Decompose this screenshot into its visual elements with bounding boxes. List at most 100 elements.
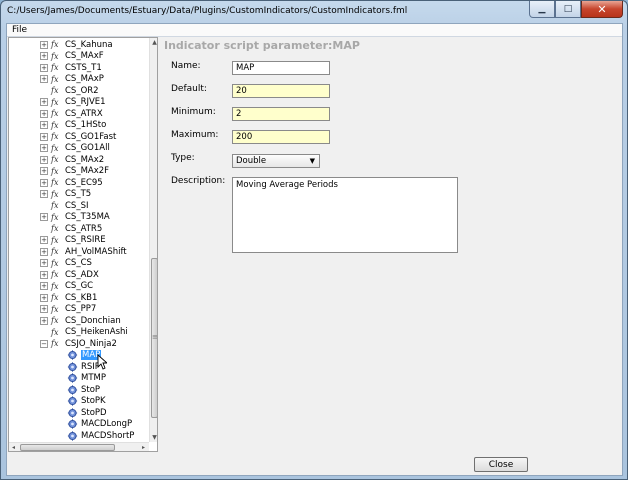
horizontal-scroll-thumb[interactable] [20, 444, 115, 451]
function-icon: fx [51, 51, 59, 61]
close-button[interactable]: Close [474, 457, 528, 472]
maximize-button[interactable]: □ [555, 1, 581, 18]
gear-icon [67, 431, 81, 441]
function-icon: fx [51, 201, 59, 211]
tree-item[interactable]: + fx CS_MAxF [40, 51, 104, 63]
app-window: C:/Users/James/Documents/Estuary/Data/Pl… [0, 0, 628, 480]
tree-item[interactable]: + fx CS_Donchian [40, 315, 121, 327]
tree-child-item[interactable]: MACDShortP [67, 430, 134, 442]
tree-item[interactable]: + fx CS_PP7 [40, 304, 96, 316]
scroll-up-icon[interactable]: ▲ [151, 38, 157, 47]
expand-icon[interactable]: + [40, 155, 48, 164]
tree-vertical-scrollbar[interactable]: ▲ ≡ ▼ [149, 38, 157, 442]
expand-icon[interactable]: + [40, 40, 48, 49]
expand-icon[interactable]: + [40, 52, 48, 61]
indicator-tree[interactable]: + fx CS_Kahuna + fx CS_MAxF + fx CSTS_T1 + fx CS_MA… [8, 37, 158, 452]
description-textarea[interactable]: Moving Average Periods [232, 177, 458, 253]
tree-item[interactable]: + fx CS_Kahuna [40, 39, 113, 51]
tree-item[interactable]: + fx CS_MAx2F [40, 166, 109, 178]
tree-item[interactable]: + fx CSTS_T1 [40, 62, 102, 74]
type-select[interactable]: Double ▼ [232, 154, 320, 168]
expand-icon[interactable]: + [40, 236, 48, 245]
maximum-field[interactable] [232, 130, 330, 144]
tree-item[interactable]: fx CS_ATR5 [40, 223, 102, 235]
tree-item[interactable]: fx CS_HeikenAshi [40, 327, 128, 339]
tree-item[interactable]: + fx CS_T5 [40, 189, 91, 201]
tree-child-item[interactable]: MTMP [67, 373, 106, 385]
editor-title: Indicator script parameter:MAP [164, 39, 360, 52]
caption-buttons: ▁ □ ✕ [529, 1, 623, 19]
expand-icon[interactable]: + [40, 63, 48, 72]
tree-item[interactable]: + fx CS_MAxP [40, 74, 104, 86]
name-field[interactable] [232, 61, 330, 75]
expand-icon[interactable]: + [40, 178, 48, 187]
tree-item[interactable]: + fx CS_MAx2 [40, 154, 104, 166]
tree-item[interactable]: + fx CS_GO1All [40, 143, 110, 155]
expand-icon[interactable]: + [40, 132, 48, 141]
expand-icon[interactable]: + [40, 121, 48, 130]
maximize-icon: □ [563, 4, 573, 14]
type-label: Type: [171, 153, 195, 163]
expand-icon[interactable]: + [40, 316, 48, 325]
window-close-button[interactable]: ✕ [581, 1, 623, 18]
tree-item[interactable]: + fx CS_RJVE1 [40, 97, 106, 109]
tree-child-item[interactable]: MACDLongP [67, 419, 132, 431]
tree-item[interactable]: + fx CS_GO1Fast [40, 131, 116, 143]
tree-child-item[interactable]: StoPD [67, 407, 107, 419]
minimum-field[interactable] [232, 107, 330, 121]
tree-item[interactable]: + fx CS_RSIRE [40, 235, 106, 247]
expand-icon[interactable]: + [40, 213, 48, 222]
tree-child-label: StoPD [81, 407, 107, 418]
scroll-left-icon[interactable]: ◂ [9, 443, 18, 451]
tree-child-item[interactable]: RSIP [67, 361, 100, 373]
tree-item[interactable]: + fx CS_EC95 [40, 177, 103, 189]
tree-item[interactable]: + fx AH_VolMAShift [40, 246, 127, 258]
tree-item[interactable]: + fx CS_KB1 [40, 292, 97, 304]
tree-item-label: CS_ADX [65, 269, 99, 280]
tree-item[interactable]: + fx CS_ATRX [40, 108, 103, 120]
tree-item[interactable]: fx CS_OR2 [40, 85, 99, 97]
expand-icon[interactable]: + [40, 98, 48, 107]
expand-icon[interactable]: + [40, 144, 48, 153]
tree-item[interactable]: + fx CS_ADX [40, 269, 99, 281]
minimum-label: Minimum: [171, 107, 216, 117]
expand-icon[interactable]: + [40, 282, 48, 291]
tree-item-label: CS_HeikenAshi [65, 327, 128, 338]
tree-child-item[interactable]: StoP [67, 384, 100, 396]
tree-item[interactable]: + fx CS_T35MA [40, 212, 110, 224]
function-icon: fx [51, 132, 59, 142]
tree-item-label: CS_MAx2 [65, 154, 105, 165]
vertical-scroll-thumb[interactable]: ≡ [151, 258, 157, 418]
expand-icon[interactable]: + [40, 270, 48, 279]
function-icon: fx [51, 281, 59, 291]
tree-child-item[interactable]: StoPK [67, 396, 106, 408]
title-bar[interactable]: C:/Users/James/Documents/Estuary/Data/Pl… [1, 1, 627, 23]
scroll-right-icon[interactable]: ▸ [139, 443, 148, 451]
parameter-editor: Indicator script parameter:MAP Name: Def… [161, 37, 622, 452]
expand-icon[interactable]: + [40, 109, 48, 118]
expand-icon[interactable]: + [40, 259, 48, 268]
tree-item-label: CS_1HSto [65, 120, 107, 131]
tree-item-label: CSJO_Ninja2 [65, 338, 117, 349]
window-title: C:/Users/James/Documents/Estuary/Data/Pl… [7, 6, 408, 16]
expand-icon[interactable]: + [40, 247, 48, 256]
menu-file[interactable]: File [12, 25, 27, 35]
expand-icon[interactable]: + [40, 293, 48, 302]
tree-item-label: CS_Donchian [65, 315, 121, 326]
tree-item[interactable]: fx CS_SI [40, 200, 88, 212]
expand-icon[interactable]: + [40, 167, 48, 176]
tree-item[interactable]: + fx CS_1HSto [40, 120, 106, 132]
collapse-icon[interactable]: − [40, 339, 48, 348]
tree-child-label: MTMP [81, 373, 106, 384]
expand-icon[interactable]: + [40, 75, 48, 84]
scroll-down-icon[interactable]: ▼ [151, 433, 157, 442]
default-field[interactable] [232, 84, 330, 98]
tree-item-label: CS_PP7 [65, 304, 97, 315]
tree-item[interactable]: − fx CSJO_Ninja2 [40, 338, 117, 350]
minimize-button[interactable]: ▁ [529, 1, 555, 18]
tree-item[interactable]: + fx CS_GC [40, 281, 93, 293]
expand-icon[interactable]: + [40, 190, 48, 199]
expand-icon[interactable]: + [40, 305, 48, 314]
tree-horizontal-scrollbar[interactable]: ◂ ▸ [9, 442, 149, 451]
tree-item[interactable]: + fx CS_CS [40, 258, 92, 270]
